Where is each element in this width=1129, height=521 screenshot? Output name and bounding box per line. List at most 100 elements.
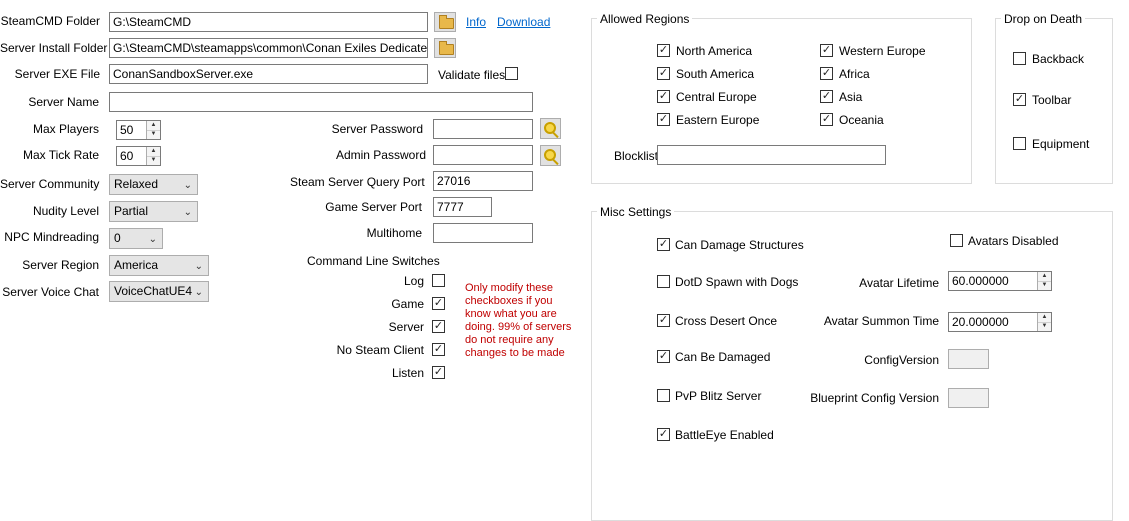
server-region-select[interactable]: America ⌄: [109, 255, 209, 276]
blocklist-input[interactable]: [657, 145, 886, 165]
avatar-lifetime-label: Avatar Lifetime: [859, 276, 939, 290]
avatar-summon-label: Avatar Summon Time: [823, 314, 939, 328]
region-label: Central Europe: [676, 90, 757, 104]
drop-checkbox[interactable]: ✓: [1013, 93, 1026, 106]
server-password-input[interactable]: [433, 119, 533, 139]
region-checkbox[interactable]: ✓: [657, 44, 670, 57]
community-label: Server Community: [0, 177, 100, 191]
region-checkbox[interactable]: ✓: [657, 67, 670, 80]
misc-checkbox[interactable]: [657, 275, 670, 288]
misc-label: Cross Desert Once: [675, 314, 778, 328]
npc-mindreading-value: 0: [114, 231, 121, 245]
avatars-disabled-checkbox[interactable]: [950, 234, 963, 247]
blueprint-config-version-field: [948, 388, 989, 408]
drop-label: Equipment: [1032, 137, 1090, 151]
install-folder-input[interactable]: G:\SteamCMD\steamapps\common\Conan Exile…: [109, 38, 428, 58]
game-port-input[interactable]: 7777: [433, 197, 492, 217]
avatar-summon-stepper[interactable]: 20.000000 ▲ ▼: [948, 312, 1052, 332]
drop-on-death-title: Drop on Death: [1001, 12, 1086, 26]
misc-label: BattleEye Enabled: [675, 428, 774, 442]
info-link[interactable]: Info: [466, 15, 486, 29]
region-label: Western Europe: [839, 44, 926, 58]
max-players-value: 50: [120, 123, 134, 137]
chevron-down-icon: ⌄: [194, 261, 203, 272]
steamcmd-folder-input[interactable]: G:\SteamCMD: [109, 12, 428, 32]
region-checkbox[interactable]: ✓: [657, 113, 670, 126]
misc-checkbox[interactable]: ✓: [657, 428, 670, 441]
query-port-label: Steam Server Query Port: [290, 175, 425, 189]
region-label: Eastern Europe: [676, 113, 760, 127]
server-region-label: Server Region: [22, 258, 99, 272]
blueprint-config-version-label: Blueprint Config Version: [810, 391, 939, 405]
region-checkbox[interactable]: ✓: [820, 44, 833, 57]
spin-down-icon[interactable]: ▼: [1038, 322, 1051, 331]
spin-buttons[interactable]: ▲ ▼: [146, 121, 160, 139]
key-icon: [544, 149, 556, 161]
generate-admin-password-button[interactable]: [540, 145, 561, 166]
misc-checkbox[interactable]: [657, 389, 670, 402]
spin-buttons[interactable]: ▲ ▼: [1037, 313, 1051, 331]
listen-switch-checkbox[interactable]: ✓: [432, 366, 445, 379]
switches-warning-text: Only modify these checkboxes if you know…: [465, 282, 572, 359]
region-checkbox[interactable]: ✓: [820, 113, 833, 126]
no-steam-client-switch-checkbox[interactable]: ✓: [432, 343, 445, 356]
misc-settings-title: Misc Settings: [597, 205, 675, 219]
avatar-summon-value: 20.000000: [952, 315, 1009, 329]
switch-label: Listen: [391, 366, 424, 380]
region-checkbox[interactable]: ✓: [820, 67, 833, 80]
region-checkbox[interactable]: ✓: [657, 90, 670, 103]
switch-label: Log: [403, 274, 424, 288]
spin-down-icon[interactable]: ▼: [1038, 281, 1051, 290]
voice-chat-select[interactable]: VoiceChatUE4 ⌄: [109, 281, 209, 302]
max-players-stepper[interactable]: 50 ▲ ▼: [116, 120, 161, 140]
max-tick-rate-stepper[interactable]: 60 ▲ ▼: [116, 146, 161, 166]
steamcmd-folder-label: SteamCMD Folder: [0, 14, 100, 28]
server-name-input[interactable]: [109, 92, 533, 112]
drop-checkbox[interactable]: [1013, 52, 1026, 65]
allowed-regions-title: Allowed Regions: [597, 12, 693, 26]
game-port-label: Game Server Port: [325, 200, 422, 214]
exe-file-input[interactable]: ConanSandboxServer.exe: [109, 64, 428, 84]
spin-down-icon[interactable]: ▼: [147, 156, 160, 165]
community-select[interactable]: Relaxed ⌄: [109, 174, 198, 195]
drop-checkbox[interactable]: [1013, 137, 1026, 150]
validate-files-checkbox[interactable]: [505, 67, 518, 80]
browse-install-button[interactable]: [434, 38, 456, 58]
region-label: North America: [676, 44, 753, 58]
community-value: Relaxed: [114, 177, 159, 191]
region-label: South America: [676, 67, 755, 81]
misc-label: DotD Spawn with Dogs: [675, 275, 799, 289]
multihome-input[interactable]: [433, 223, 533, 243]
config-version-field: [948, 349, 989, 369]
generate-server-password-button[interactable]: [540, 118, 561, 139]
misc-checkbox[interactable]: ✓: [657, 314, 670, 327]
query-port-input[interactable]: 27016: [433, 171, 533, 191]
misc-checkbox[interactable]: ✓: [657, 238, 670, 251]
server-switch-checkbox[interactable]: ✓: [432, 320, 445, 333]
switch-label: Game: [391, 297, 424, 311]
spin-buttons[interactable]: ▲ ▼: [1037, 272, 1051, 290]
server-name-label: Server Name: [28, 95, 99, 109]
chevron-down-icon: ⌄: [183, 207, 192, 218]
nudity-level-select[interactable]: Partial ⌄: [109, 201, 198, 222]
drop-label: Backback: [1032, 52, 1085, 66]
npc-mindreading-select[interactable]: 0 ⌄: [109, 228, 163, 249]
game-switch-checkbox[interactable]: ✓: [432, 297, 445, 310]
max-tick-rate-value: 60: [120, 149, 134, 163]
spin-down-icon[interactable]: ▼: [147, 130, 160, 139]
admin-password-input[interactable]: [433, 145, 533, 165]
log-switch-checkbox[interactable]: [432, 274, 445, 287]
switch-label: Server: [388, 320, 424, 334]
region-checkbox[interactable]: ✓: [820, 90, 833, 103]
avatar-lifetime-stepper[interactable]: 60.000000 ▲ ▼: [948, 271, 1052, 291]
nudity-level-label: Nudity Level: [32, 204, 99, 218]
misc-checkbox[interactable]: ✓: [657, 350, 670, 363]
region-label: Asia: [839, 90, 863, 104]
chevron-down-icon: ⌄: [148, 234, 157, 245]
command-line-switches-title: Command Line Switches: [307, 254, 440, 268]
download-link[interactable]: Download: [497, 15, 550, 29]
spin-buttons[interactable]: ▲ ▼: [146, 147, 160, 165]
max-players-label: Max Players: [32, 122, 99, 136]
multihome-label: Multihome: [366, 226, 422, 240]
browse-steamcmd-button[interactable]: [434, 12, 456, 32]
